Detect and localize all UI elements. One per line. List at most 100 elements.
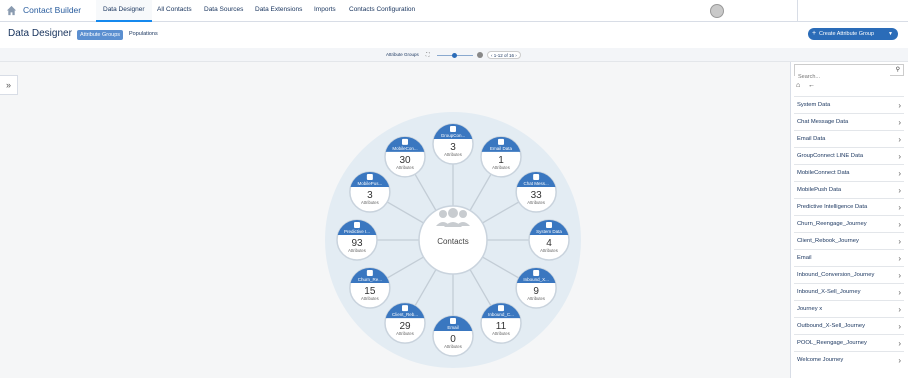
home-icon[interactable] [6,5,17,16]
node-name: MobilePus... [357,181,382,186]
list-item[interactable]: Inbound_X-Sell_Journey › [794,283,904,300]
list-item[interactable]: Client_Rebook_Journey › [794,232,904,249]
node-name: Email Data [490,146,513,151]
list-item-label: Predictive Intelligence Data [797,204,868,210]
attribute-group-node[interactable]: MobilePus...3Attributes [349,171,391,213]
list-item[interactable]: Email Data › [794,130,904,147]
attribute-groups-toggle[interactable]: Attribute Groups [77,30,124,40]
attribute-group-node[interactable]: MobileCon...30Attributes [384,136,426,178]
chevron-right-icon: › [898,135,901,144]
list-item-label: MobilePush Data [797,187,842,193]
tab-contacts-configuration[interactable]: Contacts Configuration [349,6,415,13]
attribute-group-node[interactable]: Email0Attributes [432,315,474,357]
double-chevron-right-icon: » [5,80,11,90]
list-item[interactable]: POOL_Reengage_Journey › [794,334,904,351]
pager-next-icon[interactable]: › [514,53,517,58]
list-item-label: System Data [797,102,831,108]
chat-icon [450,318,456,324]
node-attributes-label: Attributes [348,248,366,253]
attribute-group-node[interactable]: Email Data1Attributes [480,136,522,178]
chevron-down-icon[interactable]: ▼ [888,28,893,40]
attribute-group-node[interactable]: Churn_Re...15Attributes [349,267,391,309]
list-item-label: MobileConnect Data [797,170,850,176]
node-name: Predictive I... [344,229,370,234]
list-item-label: Welcome Journey [797,357,844,363]
list-item[interactable]: System Data › [794,96,904,113]
list-item[interactable]: Journey x › [794,300,904,317]
node-attributes-label: Attributes [396,165,414,170]
tab-imports[interactable]: Imports [314,6,336,13]
chevron-right-icon: › [898,237,901,246]
create-button-label: Create Attribute Group [819,31,875,37]
list-item-label: Inbound_Conversion_Journey [797,272,875,278]
node-attributes-label: Attributes [492,165,510,170]
chevron-right-icon: › [898,169,901,178]
page-header: Data Designer Attribute Groups Populatio… [0,22,908,48]
node-attributes-label: Attributes [396,331,414,336]
list-item[interactable]: MobileConnect Data › [794,164,904,181]
zoom-slider-handle[interactable] [452,53,457,58]
create-attribute-group-button[interactable]: + Create Attribute Group ▼ [808,28,898,40]
node-attributes-label: Attributes [361,296,379,301]
chevron-right-icon: › [898,322,901,331]
list-item[interactable]: MobilePush Data › [794,181,904,198]
list-item-label: Chat Message Data [797,119,849,125]
zoom-reset-icon[interactable] [477,52,483,58]
attribute-group-node[interactable]: Chat Mess...33Attributes [515,171,557,213]
expand-panel-button[interactable]: » [0,75,18,95]
populations-toggle[interactable]: Populations [129,31,158,37]
plus-icon: + [812,30,817,37]
attribute-group-node[interactable]: Inbound_C...11Attributes [480,302,522,344]
list-item-label: Client_Rebook_Journey [797,238,859,244]
node-attributes-label: Attributes [527,296,545,301]
back-arrow-icon[interactable]: ← [808,82,815,89]
home-icon[interactable]: ⌂ [796,82,800,89]
list-item[interactable]: Outbound_X-Sell_Journey › [794,317,904,334]
attribute-group-node[interactable]: GroupCon...3Attributes [432,123,474,165]
node-attributes-label: Attributes [540,248,558,253]
avatar[interactable] [710,4,724,18]
tab-all-contacts[interactable]: All Contacts [157,6,192,13]
list-item-label: Outbound_X-Sell_Journey [797,323,865,329]
node-attributes-label: Attributes [492,331,510,336]
list-item[interactable]: Chat Message Data › [794,113,904,130]
node-attributes-label: Attributes [444,152,462,157]
pager[interactable]: ‹ 1-12 of 16 › [487,51,521,59]
attribute-group-node[interactable]: Client_Reb...29Attributes [384,302,426,344]
tab-data-sources[interactable]: Data Sources [204,6,243,13]
attribute-group-node[interactable]: System Data4Attributes [528,219,570,261]
list-item[interactable]: Predictive Intelligence Data › [794,198,904,215]
chevron-right-icon: › [898,186,901,195]
list-item-label: Journey x [797,306,823,312]
app-title[interactable]: Contact Builder [23,5,81,15]
panel-nav: ⌂ ← [794,80,904,94]
list-item-label: Email [797,255,812,261]
list-item[interactable]: Churn_Reengage_Journey › [794,215,904,232]
contacts-center-node[interactable]: Contacts [418,205,488,275]
contacts-icon [436,208,470,227]
chevron-right-icon: › [898,203,901,212]
phone-icon [402,138,408,145]
chevron-right-icon: › [898,356,901,365]
list-item[interactable]: Email › [794,249,904,266]
node-name: Churn_Re... [358,277,382,282]
fit-screen-icon[interactable]: ⛶ [426,52,433,58]
tab-data-extensions[interactable]: Data Extensions [255,6,302,13]
list-item[interactable]: Inbound_Conversion_Journey › [794,266,904,283]
attribute-group-node[interactable]: Inbound_X...9Attributes [515,267,557,309]
search-box: ⚲ [794,64,904,82]
graph-canvas[interactable]: GroupCon... 3 Attributes Email Data 1 Attribu… [0,62,790,378]
node-name: System Data [536,229,562,234]
phone-icon [366,174,373,180]
list-item[interactable]: Welcome Journey › [794,351,904,368]
search-icon[interactable]: ⚲ [896,66,900,73]
node-name: Email [447,325,458,330]
people-icon [498,305,504,312]
center-label: Contacts [437,237,469,246]
list-item[interactable]: GroupConnect LINE Data › [794,147,904,164]
attribute-group-node[interactable]: Predictive I...93Attributes [336,219,378,261]
tab-data-designer[interactable]: Data Designer [103,6,145,13]
chevron-right-icon: › [898,220,901,229]
cart-icon [354,222,360,228]
chevron-right-icon: › [898,288,901,297]
